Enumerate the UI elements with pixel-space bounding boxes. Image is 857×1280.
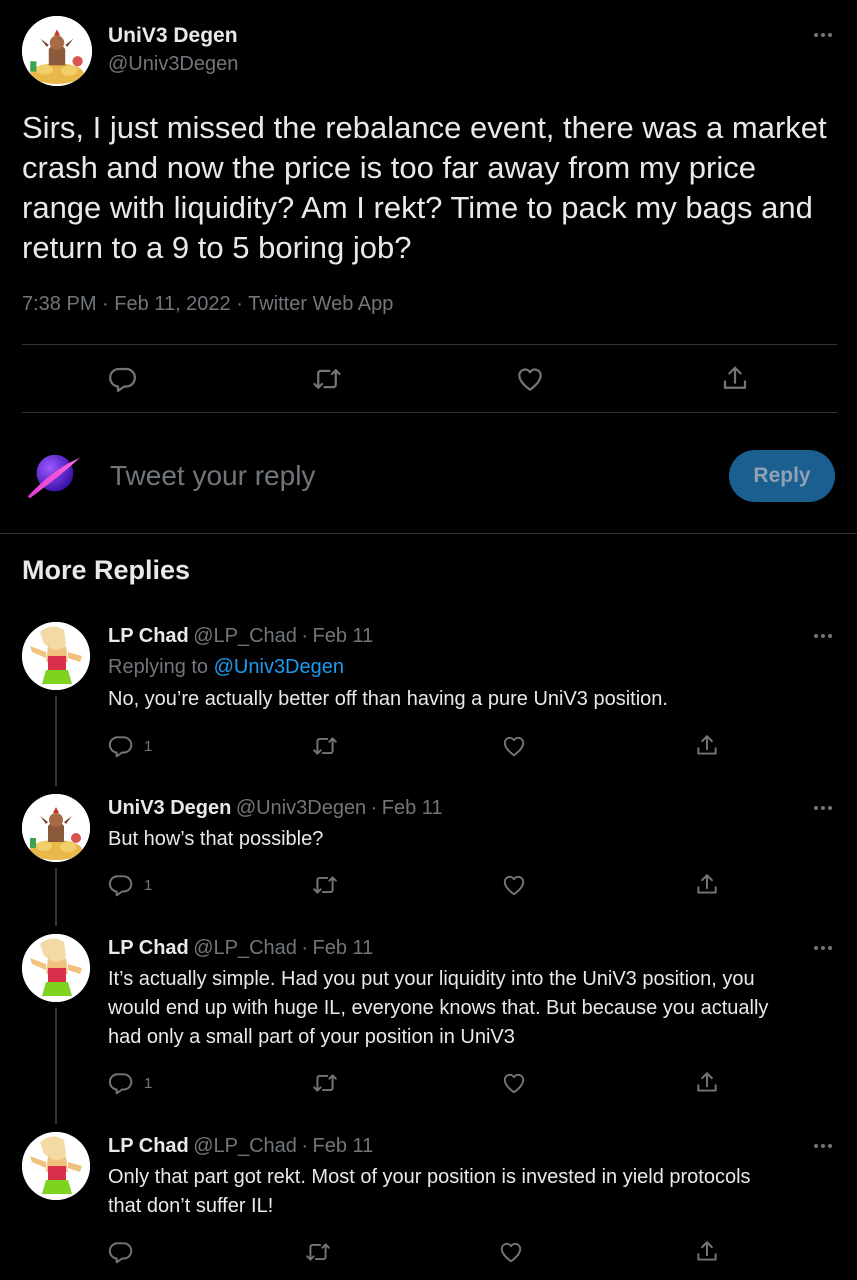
- author-handle[interactable]: @Univ3Degen: [236, 797, 366, 819]
- more-icon[interactable]: [813, 945, 833, 951]
- reply-header: LP Chad @LP_Chad · Feb 11: [108, 937, 373, 960]
- share-icon[interactable]: [694, 733, 720, 759]
- author-name[interactable]: UniV3 Degen: [108, 797, 231, 819]
- meta-separator: ·: [301, 937, 309, 959]
- avatar[interactable]: [22, 622, 90, 690]
- reply-text: Only that part got rekt. Most of your po…: [108, 1163, 843, 1221]
- meta-separator: ·: [301, 625, 309, 647]
- author-handle[interactable]: @Univ3Degen: [108, 53, 238, 76]
- reply-count: 1: [144, 876, 153, 894]
- reply-date[interactable]: Feb 11: [313, 1135, 374, 1157]
- retweet-icon[interactable]: [311, 872, 339, 898]
- more-icon[interactable]: [813, 1143, 833, 1149]
- reply-text-line: had only a small part of your position i…: [108, 1026, 515, 1048]
- meta-separator: ·: [370, 797, 378, 819]
- more-icon[interactable]: [813, 32, 833, 38]
- reply-text-line: would end up with huge IL, everyone know…: [108, 997, 769, 1019]
- tweet-time[interactable]: 7:38 PM: [22, 293, 96, 315]
- more-icon[interactable]: [813, 633, 833, 639]
- reply-icon[interactable]: [108, 733, 134, 759]
- reply-input[interactable]: Tweet your reply: [110, 460, 315, 492]
- tweet-source[interactable]: Twitter Web App: [248, 293, 393, 315]
- reply-action[interactable]: 1: [108, 1070, 152, 1096]
- avatar[interactable]: [22, 1132, 90, 1200]
- author-handle[interactable]: @LP_Chad: [193, 937, 297, 959]
- reply-header: UniV3 Degen @Univ3Degen · Feb 11: [108, 797, 443, 820]
- author-name[interactable]: LP Chad: [108, 937, 189, 959]
- retweet-icon[interactable]: [311, 733, 339, 759]
- share-icon[interactable]: [694, 1239, 720, 1265]
- reply-action[interactable]: 1: [108, 872, 152, 898]
- tweet-text: Sirs, I just missed the rebalance event,…: [22, 110, 827, 265]
- like-icon[interactable]: [515, 364, 545, 394]
- meta-separator: ·: [301, 1135, 309, 1157]
- reply-button[interactable]: Reply: [729, 450, 835, 502]
- share-icon[interactable]: [694, 1070, 720, 1096]
- replying-to-label: Replying to: [108, 656, 209, 678]
- retweet-icon[interactable]: [304, 1239, 332, 1265]
- share-icon[interactable]: [720, 364, 750, 394]
- retweet-icon[interactable]: [311, 1070, 339, 1096]
- reply-icon[interactable]: [108, 364, 138, 394]
- avatar[interactable]: [24, 446, 82, 504]
- author-handle[interactable]: @LP_Chad: [193, 1135, 297, 1157]
- author-name[interactable]: UniV3 Degen: [108, 24, 238, 48]
- reply-text: No, you’re actually better off than havi…: [108, 688, 668, 710]
- like-icon[interactable]: [501, 1070, 527, 1096]
- reply-header: LP Chad @LP_Chad · Feb 11: [108, 1135, 373, 1158]
- author-name[interactable]: LP Chad: [108, 1135, 189, 1157]
- retweet-icon[interactable]: [311, 364, 343, 394]
- avatar[interactable]: [22, 16, 92, 86]
- reply-header: LP Chad @LP_Chad · Feb 11: [108, 625, 373, 648]
- thread-line: [55, 696, 57, 786]
- meta-separator: ·: [102, 293, 109, 315]
- like-icon[interactable]: [501, 872, 527, 898]
- thread-line: [55, 868, 57, 926]
- author-handle[interactable]: @LP_Chad: [193, 625, 297, 647]
- reply-text-line: It’s actually simple. Had you put your l…: [108, 968, 755, 990]
- share-icon[interactable]: [694, 872, 720, 898]
- reply-date[interactable]: Feb 11: [313, 937, 374, 959]
- reply-text-line: Only that part got rekt. Most of your po…: [108, 1166, 751, 1188]
- divider: [0, 533, 857, 534]
- reply-icon[interactable]: [108, 1070, 134, 1096]
- reply-date[interactable]: Feb 11: [313, 625, 374, 647]
- tweet-date[interactable]: Feb 11, 2022: [114, 293, 230, 315]
- reply-date[interactable]: Feb 11: [382, 797, 443, 819]
- author-name[interactable]: LP Chad: [108, 625, 189, 647]
- reply-text: It’s actually simple. Had you put your l…: [108, 965, 843, 1052]
- reply-count: 1: [144, 737, 153, 755]
- reply-count: 1: [144, 1074, 153, 1092]
- tweet-meta: 7:38 PM · Feb 11, 2022 · Twitter Web App: [22, 293, 393, 316]
- thread-line: [55, 1008, 57, 1124]
- more-icon[interactable]: [813, 805, 833, 811]
- reply-action[interactable]: 1: [108, 733, 152, 759]
- avatar[interactable]: [22, 794, 90, 862]
- reply-icon[interactable]: [108, 1239, 134, 1265]
- reply-icon[interactable]: [108, 872, 134, 898]
- replying-to: Replying to @Univ3Degen: [108, 656, 344, 679]
- meta-separator: ·: [236, 293, 243, 315]
- replying-to-handle[interactable]: @Univ3Degen: [214, 656, 344, 678]
- reply-text: But how’s that possible?: [108, 828, 324, 850]
- reply-text-line: that don’t suffer IL!: [108, 1195, 274, 1217]
- section-title: More Replies: [22, 555, 191, 585]
- like-icon[interactable]: [501, 733, 527, 759]
- avatar[interactable]: [22, 934, 90, 1002]
- like-icon[interactable]: [498, 1239, 524, 1265]
- divider: [22, 412, 837, 413]
- divider: [22, 344, 837, 345]
